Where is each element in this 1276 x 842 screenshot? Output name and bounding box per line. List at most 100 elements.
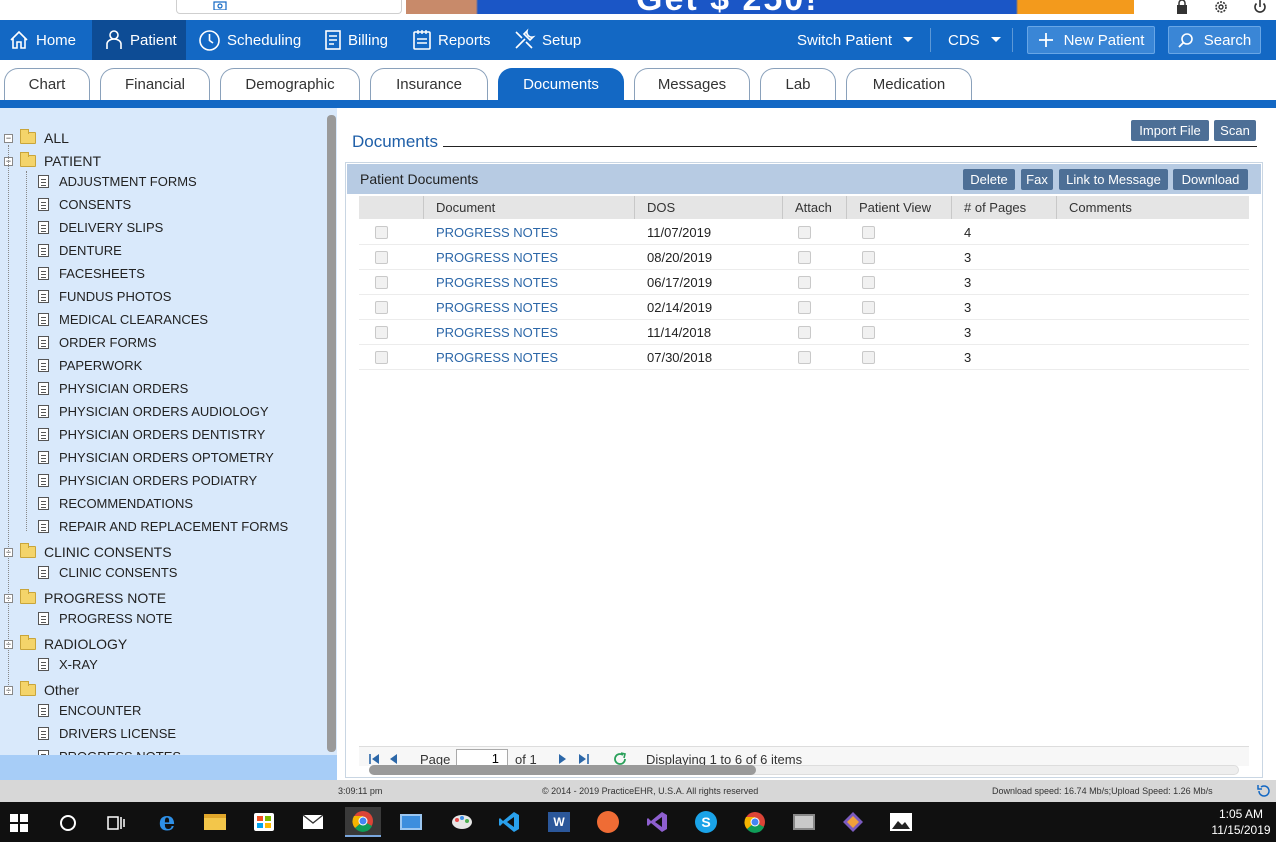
row-select-checkbox[interactable] [375,295,388,320]
tree-leaf[interactable]: ENCOUNTER [38,700,141,720]
windows-start-icon[interactable] [10,814,28,832]
remote-desktop-icon[interactable] [789,807,819,837]
visual-studio-icon[interactable] [642,807,672,837]
tree-leaf[interactable]: PHYSICIAN ORDERS OPTOMETRY [38,447,274,467]
power-icon[interactable] [1252,0,1268,14]
nav-billing[interactable]: Billing [324,20,406,60]
chrome-icon[interactable] [740,807,770,837]
scan-button[interactable]: Scan [1214,120,1256,141]
patient-view-checkbox[interactable] [862,270,875,295]
row-select-checkbox[interactable] [375,270,388,295]
tab-documents[interactable]: Documents [498,68,624,100]
new-patient-button[interactable]: New Patient [1027,26,1155,54]
download-button[interactable]: Download [1173,169,1248,190]
skype-icon[interactable]: S [691,807,721,837]
tree-collapse-toggle[interactable]: − [4,134,13,143]
control-panel-icon[interactable] [396,807,426,837]
photos-icon[interactable] [886,807,916,837]
system-clock[interactable]: 1:05 AM 11/15/2019 [1206,806,1276,838]
tree-folder[interactable]: PATIENT [20,151,101,171]
attach-checkbox[interactable] [798,245,811,270]
last-page-icon[interactable] [578,753,590,765]
mail-icon[interactable] [298,807,328,837]
column-header-dos[interactable]: DOS [647,196,675,219]
tree-leaf[interactable]: MEDICAL CLEARANCES [38,309,208,329]
tree-leaf[interactable]: PROGRESS NOTE [38,608,172,628]
search-button[interactable]: Search [1168,26,1261,54]
table-row[interactable]: PROGRESS NOTES 08/20/2019 3 [359,245,1249,270]
tree-leaf[interactable]: PHYSICIAN ORDERS DENTISTRY [38,424,265,444]
horizontal-scrollbar-thumb[interactable] [369,765,756,775]
tree-leaf[interactable]: PHYSICIAN ORDERS PODIATRY [38,470,257,490]
chrome-icon[interactable] [345,807,381,837]
nav-setup[interactable]: Setup [512,20,584,60]
tree-leaf[interactable]: PAPERWORK [38,355,142,375]
tree-folder[interactable]: Other [20,680,79,700]
table-row[interactable]: PROGRESS NOTES 07/30/2018 3 [359,345,1249,370]
row-select-checkbox[interactable] [375,220,388,245]
first-page-icon[interactable] [368,753,380,765]
tab-messages[interactable]: Messages [634,68,750,100]
gear-icon[interactable] [1213,0,1229,14]
delete-button[interactable]: Delete [963,169,1015,190]
next-page-icon[interactable] [558,753,568,765]
document-link[interactable]: PROGRESS NOTES [436,345,558,370]
row-select-checkbox[interactable] [375,320,388,345]
column-header-attach[interactable]: Attach [795,196,832,219]
patient-view-checkbox[interactable] [862,320,875,345]
patient-view-checkbox[interactable] [862,295,875,320]
document-link[interactable]: PROGRESS NOTES [436,320,558,345]
document-link[interactable]: PROGRESS NOTES [436,245,558,270]
tree-leaf[interactable]: X-RAY [38,654,98,674]
cortana-icon[interactable] [59,814,77,832]
tab-insurance[interactable]: Insurance [370,68,488,100]
tree-leaf[interactable]: PHYSICIAN ORDERS AUDIOLOGY [38,401,269,421]
patient-view-checkbox[interactable] [862,345,875,370]
column-header-patient-view[interactable]: Patient View [859,196,931,219]
task-view-icon[interactable] [106,814,126,832]
column-header-pages[interactable]: # of Pages [964,196,1026,219]
tree-leaf[interactable]: DRIVERS LICENSE [38,723,176,743]
tree-leaf[interactable]: CLINIC CONSENTS [38,562,177,582]
store-icon[interactable] [249,807,279,837]
tree-folder[interactable]: PROGRESS NOTE [20,588,166,608]
link-to-message-button[interactable]: Link to Message [1059,169,1168,190]
history-icon[interactable] [1256,784,1270,798]
tree-leaf[interactable]: PROGRESS NOTES [38,746,181,755]
tab-lab[interactable]: Lab [760,68,836,100]
row-select-checkbox[interactable] [375,345,388,370]
tree-leaf[interactable]: FUNDUS PHOTOS [38,286,171,306]
edge-icon[interactable]: e [152,807,182,837]
fax-button[interactable]: Fax [1021,169,1053,190]
tree-leaf[interactable]: FACESHEETS [38,263,145,283]
table-row[interactable]: PROGRESS NOTES 11/07/2019 4 [359,220,1249,245]
postman-icon[interactable] [593,807,623,837]
document-link[interactable]: PROGRESS NOTES [436,220,558,245]
file-explorer-icon[interactable] [200,807,230,837]
attach-checkbox[interactable] [798,295,811,320]
nav-reports[interactable]: Reports [412,20,494,60]
vscode-icon[interactable] [494,807,524,837]
cds-dropdown[interactable]: CDS [948,20,1002,60]
attach-checkbox[interactable] [798,270,811,295]
tree-folder[interactable]: RADIOLOGY [20,634,127,654]
attach-checkbox[interactable] [798,345,811,370]
table-row[interactable]: PROGRESS NOTES 02/14/2019 3 [359,295,1249,320]
tree-leaf[interactable]: PHYSICIAN ORDERS [38,378,188,398]
tree-leaf[interactable]: RECOMMENDATIONS [38,493,193,513]
tree-leaf[interactable]: ADJUSTMENT FORMS [38,171,197,191]
row-select-checkbox[interactable] [375,245,388,270]
tree-leaf[interactable]: REPAIR AND REPLACEMENT FORMS [38,516,288,536]
patient-view-checkbox[interactable] [862,245,875,270]
tree-leaf[interactable]: CONSENTS [38,194,131,214]
tree-folder[interactable]: CLINIC CONSENTS [20,542,172,562]
document-link[interactable]: PROGRESS NOTES [436,270,558,295]
tree-leaf[interactable]: DENTURE [38,240,122,260]
patient-view-checkbox[interactable] [862,220,875,245]
table-row[interactable]: PROGRESS NOTES 06/17/2019 3 [359,270,1249,295]
paint-icon[interactable] [447,807,477,837]
table-row[interactable]: PROGRESS NOTES 11/14/2018 3 [359,320,1249,345]
git-tool-icon[interactable] [838,807,868,837]
lock-icon[interactable] [1174,0,1190,14]
ad-banner[interactable]: Get $ 250! [406,0,1134,14]
